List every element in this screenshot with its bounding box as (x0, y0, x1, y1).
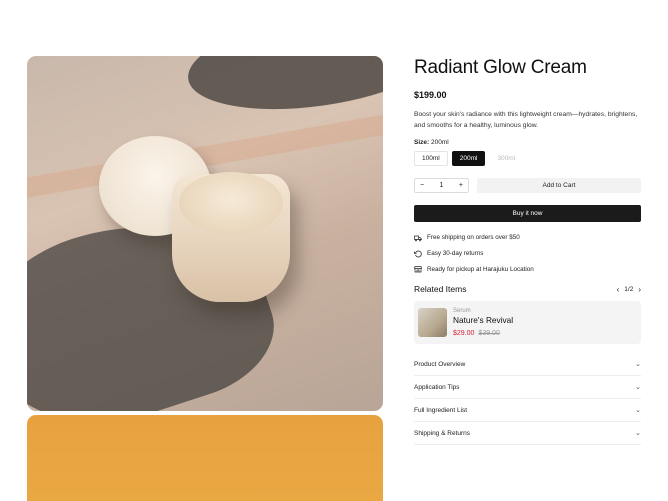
store-icon (414, 266, 422, 273)
product-image-secondary[interactable] (27, 415, 383, 501)
chevron-down-icon: ⌄ (635, 384, 641, 392)
chevron-down-icon: ⌄ (635, 361, 641, 369)
product-description: Boost your skin's radiance with this lig… (414, 111, 638, 129)
related-items-header: Related Items ‹ 1/2 › (414, 284, 641, 294)
accordion-label: Full Ingredient List (414, 406, 468, 414)
related-item-thumbnail[interactable] (418, 308, 447, 338)
related-pager: ‹ 1/2 › (617, 285, 641, 294)
return-icon (414, 250, 422, 257)
related-item-category: Serum (453, 308, 471, 315)
perk-item: Ready for pickup at Harajuku Location (414, 261, 641, 277)
size-selected-value: 200ml (430, 139, 449, 146)
chevron-left-icon[interactable]: ‹ (617, 285, 620, 294)
image-shadow (182, 56, 383, 124)
accordion-application-tips[interactable]: Application Tips ⌄ (414, 376, 641, 400)
plus-icon[interactable]: + (459, 182, 463, 189)
perk-item: Free shipping on orders over $50 (414, 230, 641, 246)
quantity-value[interactable]: 1 (440, 182, 444, 189)
related-item-details: Serum Nature's Revival $29.00 $39.00 (453, 308, 513, 337)
related-item-prices: $29.00 $39.00 (453, 330, 513, 337)
perks-list: Free shipping on orders over $50 Easy 30… (414, 230, 641, 277)
pager-count: 1/2 (624, 285, 634, 293)
size-options: 100ml 200ml 300ml (414, 151, 641, 166)
perk-text: Free shipping on orders over $50 (427, 234, 520, 242)
perk-item: Easy 30-day returns (414, 246, 641, 262)
minus-icon[interactable]: − (420, 182, 424, 189)
cream-surface (179, 172, 283, 234)
add-to-cart-button[interactable]: Add to Cart (477, 178, 641, 193)
related-item-card[interactable]: Serum Nature's Revival $29.00 $39.00 (414, 301, 641, 345)
accordion-product-overview[interactable]: Product Overview ⌄ (414, 353, 641, 377)
product-title: Radiant Glow Cream (414, 57, 587, 78)
truck-icon (414, 235, 422, 242)
product-info: Radiant Glow Cream $199.00 Boost your sk… (414, 56, 641, 446)
related-item-name[interactable]: Nature's Revival (453, 315, 513, 325)
perk-text: Easy 30-day returns (427, 250, 484, 258)
buy-now-button[interactable]: Buy it now (414, 205, 641, 222)
chevron-down-icon: ⌄ (635, 430, 641, 438)
size-option-200ml[interactable]: 200ml (451, 151, 486, 166)
accordion-label: Product Overview (414, 360, 466, 368)
purchase-row: − 1 + Add to Cart (414, 178, 641, 193)
chevron-right-icon[interactable]: › (638, 285, 641, 294)
size-label: Size: (414, 139, 430, 146)
product-accordion: Product Overview ⌄ Application Tips ⌄ Fu… (414, 353, 641, 446)
accordion-label: Shipping & Returns (414, 429, 471, 437)
size-option-300ml[interactable]: 300ml (489, 151, 524, 166)
size-selector-label: Size: 200ml (414, 139, 641, 146)
chevron-down-icon: ⌄ (635, 407, 641, 415)
size-option-100ml[interactable]: 100ml (414, 151, 448, 166)
related-item-original-price: $39.00 (478, 330, 500, 338)
product-gallery (27, 56, 383, 501)
related-items-title: Related Items (414, 284, 467, 295)
product-price: $199.00 (414, 90, 447, 100)
quantity-stepper: − 1 + (414, 178, 469, 193)
perk-text: Ready for pickup at Harajuku Location (427, 265, 534, 273)
product-image-main[interactable] (27, 56, 383, 411)
related-item-sale-price: $29.00 (453, 330, 475, 338)
accordion-shipping-returns[interactable]: Shipping & Returns ⌄ (414, 422, 641, 446)
accordion-ingredient-list[interactable]: Full Ingredient List ⌄ (414, 399, 641, 423)
accordion-label: Application Tips (414, 383, 460, 391)
